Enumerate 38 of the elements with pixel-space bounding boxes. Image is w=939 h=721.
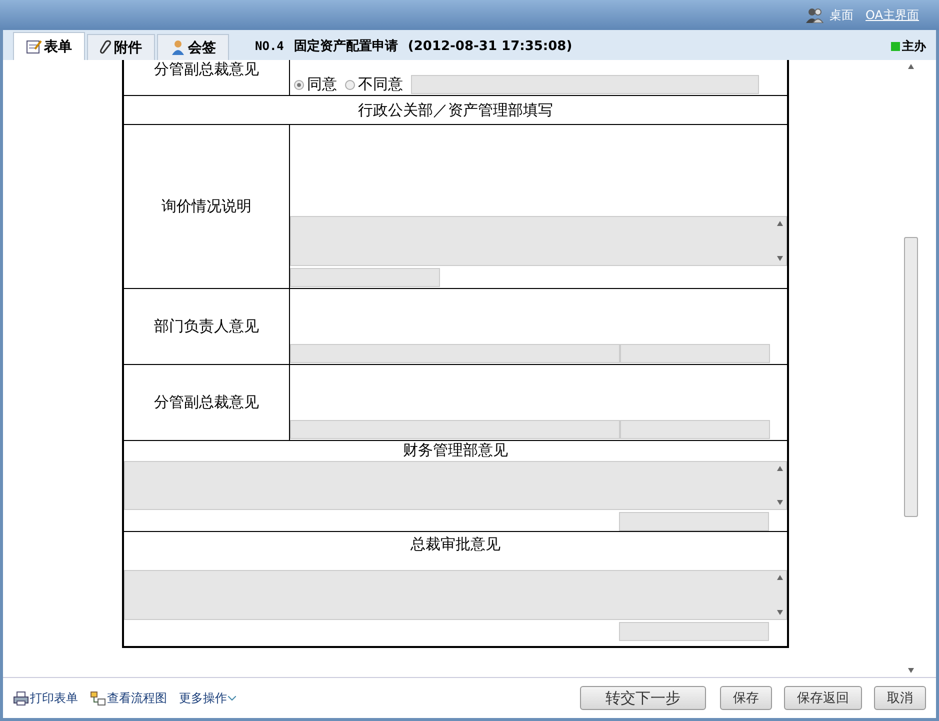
text-area[interactable] xyxy=(290,216,787,266)
action-button[interactable]: 转交下一步 xyxy=(580,686,706,710)
field-label: 部门负责人意见 xyxy=(154,317,259,336)
field-label: 分管副总裁意见 xyxy=(154,393,259,412)
action-button[interactable]: 保存 xyxy=(720,686,772,710)
tab[interactable]: 表单 xyxy=(13,32,85,60)
tab[interactable]: 附件 xyxy=(87,34,155,60)
text-area[interactable] xyxy=(124,570,787,620)
section-title: 行政公关部／资产管理部填写 xyxy=(358,100,553,120)
radio-button[interactable] xyxy=(294,80,304,90)
scroll-arrows-icon xyxy=(776,466,784,505)
scroll-arrows-icon xyxy=(776,221,784,261)
tab[interactable]: 会签 xyxy=(157,34,229,60)
field-label: 分管副总裁意见 xyxy=(154,60,259,79)
field-label: 询价情况说明 xyxy=(162,197,252,216)
footer-link[interactable]: 更多操作 xyxy=(179,690,236,706)
section-title: 财务管理部意见 xyxy=(403,441,508,460)
radio-option[interactable]: 不同意 xyxy=(345,75,403,94)
footer-link[interactable]: 打印表单 xyxy=(13,690,78,706)
radio-button[interactable] xyxy=(345,80,355,90)
form-edit-icon xyxy=(26,39,42,54)
footer-link[interactable]: 查看流程图 xyxy=(90,690,167,706)
flowchart-icon xyxy=(90,690,106,706)
scroll-arrows-icon xyxy=(776,575,784,615)
document-number: NO.4 xyxy=(255,39,284,53)
action-button[interactable]: 保存返回 xyxy=(784,686,862,710)
text-area[interactable] xyxy=(124,460,787,510)
person-icon xyxy=(170,40,186,55)
caret-icon xyxy=(228,696,236,700)
users-icon xyxy=(806,7,824,23)
paperclip-icon xyxy=(100,40,112,55)
radio-option[interactable]: 同意 xyxy=(294,75,337,94)
action-button[interactable]: 取消 xyxy=(874,686,926,710)
role-label: 主办 xyxy=(902,38,926,54)
printer-icon xyxy=(13,690,29,706)
document-title: 固定资产配置申请 xyxy=(294,38,398,55)
section-title: 总裁审批意见 xyxy=(410,534,500,554)
timestamp: (2012-08-31 17:35:08) xyxy=(408,38,572,54)
